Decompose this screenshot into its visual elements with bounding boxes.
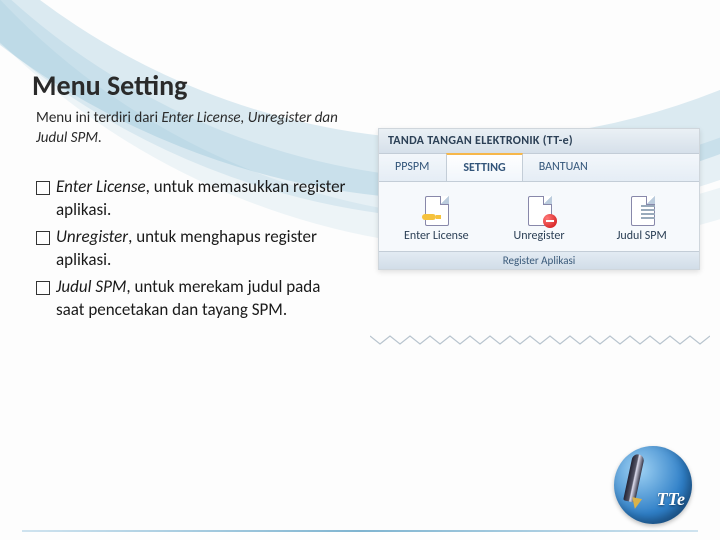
- torn-edge-icon: [370, 332, 710, 348]
- ribbon-group-label: Register Aplikasi: [379, 251, 699, 269]
- bullet-term: Enter License: [56, 176, 146, 197]
- window-titlebar: TANDA TANGAN ELEKTRONIK (TT-e): [379, 129, 699, 154]
- tab-bantuan[interactable]: BANTUAN: [523, 154, 605, 181]
- tab-ppspm[interactable]: PPSPM: [379, 154, 446, 181]
- button-label: Unregister: [490, 229, 589, 243]
- bullet-item: Enter License, untuk memasukkan register…: [36, 176, 346, 222]
- bullet-marker-icon: [36, 281, 50, 295]
- page-subtitle: Menu ini terdiri dari Enter License, Unr…: [36, 108, 346, 149]
- document-title-icon: [626, 194, 658, 226]
- bullet-marker-icon: [36, 231, 50, 245]
- tab-bar: PPSPM SETTING BANTUAN: [379, 154, 699, 182]
- logo-text: TTe: [657, 489, 685, 510]
- button-label: Enter License: [387, 229, 486, 243]
- tte-logo: TTe: [614, 446, 692, 524]
- unregister-icon: [523, 194, 555, 226]
- unregister-button[interactable]: Unregister: [488, 190, 591, 247]
- page-title: Menu Setting: [32, 68, 187, 103]
- bullet-term: Unregister: [56, 226, 128, 247]
- judul-spm-button[interactable]: Judul SPM: [590, 190, 693, 247]
- tab-setting[interactable]: SETTING: [446, 153, 522, 181]
- enter-license-button[interactable]: Enter License: [385, 190, 488, 247]
- ribbon-group: Enter License Unregister Judul SPM: [379, 182, 699, 251]
- slide-bottom-border: [22, 530, 698, 532]
- button-label: Judul SPM: [592, 229, 691, 243]
- pen-icon: [623, 453, 645, 502]
- subtitle-lead: Menu ini terdiri dari: [36, 109, 161, 127]
- bullet-item: Unregister, untuk menghapus register apl…: [36, 226, 346, 272]
- bullet-list: Enter License, untuk memasukkan register…: [36, 176, 346, 326]
- bullet-term: Judul SPM: [56, 276, 126, 297]
- bullet-item: Judul SPM, untuk merekam judul pada saat…: [36, 276, 346, 322]
- bullet-marker-icon: [36, 181, 50, 195]
- license-key-icon: [420, 194, 452, 226]
- app-window: TANDA TANGAN ELEKTRONIK (TT-e) PPSPM SET…: [378, 128, 700, 270]
